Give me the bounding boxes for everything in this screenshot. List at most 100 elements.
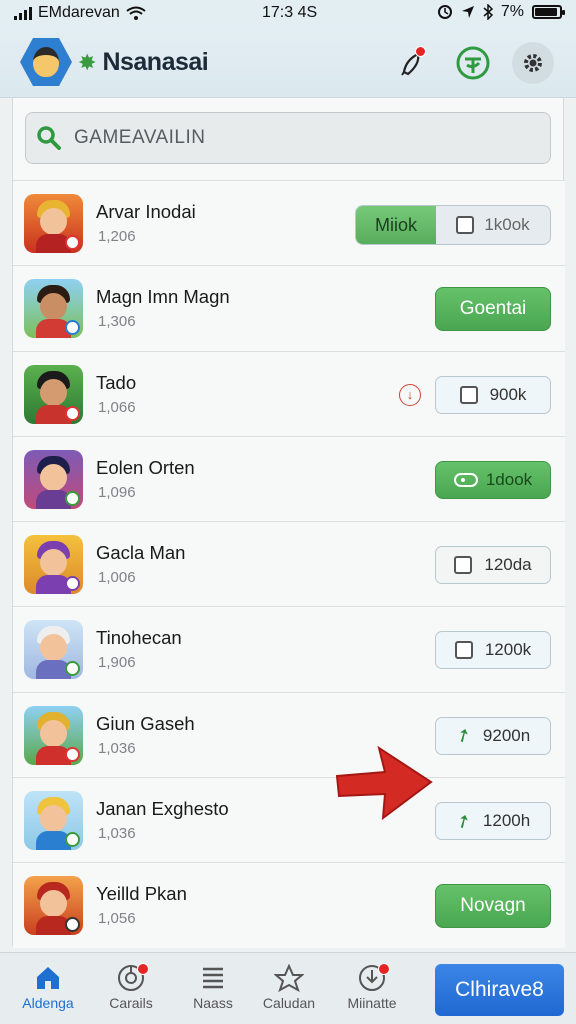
nav-item-naass[interactable]: Naass xyxy=(171,961,255,1011)
game-name: Tado xyxy=(96,371,137,393)
game-count: 1,066 xyxy=(98,398,136,416)
bluetooth-icon xyxy=(483,4,493,20)
gear-icon xyxy=(524,54,542,72)
game-action-button[interactable]: Novagn xyxy=(435,884,551,929)
home-icon xyxy=(37,967,59,989)
primary-cta-button[interactable]: Clhirave8 xyxy=(435,964,564,1016)
checkbox-icon xyxy=(459,385,478,404)
shield-button[interactable] xyxy=(452,42,494,84)
game-thumbnail xyxy=(24,876,83,936)
location-icon xyxy=(461,6,474,18)
action-label: Novagn xyxy=(460,895,526,917)
nav-item-caludan[interactable]: Caludan xyxy=(247,961,331,1011)
game-action-button[interactable]: ➚ 1200h xyxy=(435,802,551,841)
star-icon: ✸ xyxy=(78,49,97,75)
notifications-button[interactable] xyxy=(392,42,434,84)
list-item[interactable]: Giun Gaseh 1,036 ➚ 9200n xyxy=(13,691,565,778)
toggle-option-off[interactable]: 1k0ok xyxy=(436,206,550,244)
game-count: 1,306 xyxy=(98,313,136,331)
game-count: 1,036 xyxy=(98,825,136,843)
list-icon xyxy=(203,967,223,989)
game-count: 1,036 xyxy=(98,739,136,757)
checkbox-icon xyxy=(456,216,475,234)
game-action-button[interactable]: 120da xyxy=(435,546,551,585)
nav-item-carails[interactable]: Carails xyxy=(89,961,173,1011)
action-label: 120da xyxy=(484,555,532,575)
ticket-icon xyxy=(453,472,478,487)
game-name: Gacla Man xyxy=(96,542,186,564)
search-placeholder: GAMEAVAILIN xyxy=(74,127,206,148)
settings-button[interactable] xyxy=(512,42,554,84)
checkbox-icon xyxy=(454,556,473,575)
game-action-button[interactable]: 1200k xyxy=(435,631,551,670)
game-name: Eolen Orten xyxy=(96,456,195,478)
list-item[interactable]: Magn Imn Magn 1,306 Goentai xyxy=(13,265,565,351)
leaf-icon: ➚ xyxy=(451,808,475,834)
status-bar: EMdarevan 17:3 4S 7% xyxy=(0,0,576,26)
list-item[interactable]: Yeilld Pkan 1,056 Novagn xyxy=(13,862,565,948)
action-label: 1dook xyxy=(485,469,533,489)
action-label: Goentai xyxy=(459,298,527,320)
list-item[interactable]: Gacla Man 1,006 120da xyxy=(13,521,565,607)
pointer-arrow-icon xyxy=(335,745,433,821)
game-list-panel: GAMEAVAILIN Arvar Inodai 1,206 Miiok 1k0… xyxy=(12,98,565,948)
nav-item-home[interactable]: Aldenga xyxy=(6,961,90,1011)
star-icon xyxy=(274,964,304,992)
action-label: 1200h xyxy=(482,811,531,831)
action-label: 900k xyxy=(489,384,527,404)
game-count: 1,096 xyxy=(98,483,136,501)
game-count: 1,206 xyxy=(98,228,136,245)
carrier-name: EMdarevan xyxy=(38,4,120,21)
app-logo xyxy=(20,38,72,86)
bottom-nav: Aldenga Carails Naass Caludan Miinatte C… xyxy=(0,952,576,1024)
game-thumbnail xyxy=(24,535,83,595)
game-action-button[interactable]: 900k xyxy=(435,375,551,414)
nav-label: Carails xyxy=(109,995,153,1011)
nav-badge xyxy=(137,963,149,975)
toggle-option-on[interactable]: Miiok xyxy=(356,206,436,244)
list-item[interactable]: Janan Exghesto 1,036 ➚ 1200h xyxy=(13,777,565,863)
toggle-off-label: 1k0ok xyxy=(484,215,530,234)
game-action-button[interactable]: 1dook xyxy=(435,460,551,499)
game-name: Arvar Inodai xyxy=(96,201,196,222)
game-action-button[interactable]: ➚ 9200n xyxy=(435,716,551,755)
checkbox-icon xyxy=(454,641,473,660)
game-name: Giun Gaseh xyxy=(96,712,195,734)
game-thumbnail xyxy=(24,279,83,339)
battery-percent: 7% xyxy=(500,3,524,20)
signal-icon xyxy=(14,6,32,20)
wifi-icon xyxy=(126,6,146,20)
list-item[interactable]: Arvar Inodai 1,206 Miiok 1k0ok xyxy=(13,180,565,266)
nav-label: Naass xyxy=(193,995,233,1011)
status-time: 17:3 4S xyxy=(262,4,318,21)
shield-icon xyxy=(456,46,490,80)
game-count: 1,906 xyxy=(98,654,136,672)
game-name: Janan Exghesto xyxy=(96,798,229,820)
game-thumbnail xyxy=(24,364,83,424)
search-input[interactable]: GAMEAVAILIN xyxy=(25,112,551,164)
download-icon[interactable]: ↓ xyxy=(399,383,421,406)
nav-label: Caludan xyxy=(262,995,316,1011)
action-label: 1200k xyxy=(484,640,532,660)
action-label: 9200n xyxy=(482,725,531,745)
list-item[interactable]: Eolen Orten 1,096 1dook xyxy=(13,435,565,522)
nav-label: Miinatte xyxy=(347,995,397,1011)
app-title-group: ✸ Nsanasai xyxy=(78,48,209,77)
app-title: Nsanasai xyxy=(102,48,209,76)
alarm-icon xyxy=(437,5,452,19)
list-item[interactable]: Tado 1,066 ↓ 900k xyxy=(13,350,565,436)
game-action-button[interactable]: Goentai xyxy=(435,287,551,332)
nav-badge xyxy=(378,963,390,975)
battery-icon xyxy=(532,5,565,19)
nav-item-miinatte[interactable]: Miinatte xyxy=(330,961,414,1011)
leaf-icon: ➚ xyxy=(451,722,475,748)
game-name: Yeilld Pkan xyxy=(96,883,187,905)
list-item[interactable]: Tinohecan 1,906 1200k xyxy=(13,606,565,692)
search-icon xyxy=(37,126,61,150)
app-header: ✸ Nsanasai xyxy=(0,26,576,98)
game-name: Magn Imn Magn xyxy=(96,286,230,308)
segmented-toggle[interactable]: Miiok 1k0ok xyxy=(355,205,551,245)
game-thumbnail xyxy=(24,791,83,851)
status-right: 7% xyxy=(437,3,565,21)
game-name: Tinohecan xyxy=(96,627,182,649)
